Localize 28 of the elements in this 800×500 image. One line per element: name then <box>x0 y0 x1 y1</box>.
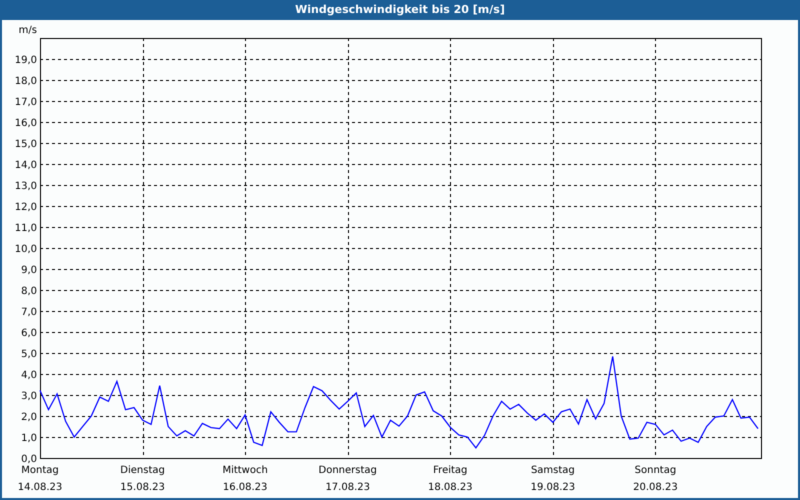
y-tick-label: 18,0 <box>14 76 37 87</box>
y-tick-label: 3,0 <box>21 391 37 402</box>
x-tick-label: Samstag 19.08.23 <box>530 465 576 493</box>
x-tick-label: Dienstag 15.08.23 <box>120 465 165 493</box>
y-tick-label: 0,0 <box>21 454 37 465</box>
y-tick-label: 14,0 <box>14 160 37 171</box>
y-tick-label: 2,0 <box>21 412 37 423</box>
y-tick-label: 8,0 <box>21 286 37 297</box>
y-tick-label: 17,0 <box>14 97 37 108</box>
x-tick-label: Sonntag 20.08.23 <box>633 465 678 493</box>
y-tick-label: 10,0 <box>14 244 37 255</box>
x-tick-label: Freitag 18.08.23 <box>428 465 473 493</box>
y-tick-label: 11,0 <box>14 223 37 234</box>
y-tick-label: 1,0 <box>21 433 37 444</box>
y-tick-label: 6,0 <box>21 328 37 339</box>
y-tick-label: 15,0 <box>14 139 37 150</box>
x-tick-label: Donnerstag 17.08.23 <box>318 465 377 493</box>
y-tick-label: 12,0 <box>14 202 37 213</box>
axis-unit-label: m/s <box>18 25 37 36</box>
x-tick-label: Montag 14.08.23 <box>18 465 62 493</box>
y-tick-label: 5,0 <box>21 349 37 360</box>
y-tick-label: 19,0 <box>14 55 37 66</box>
y-tick-label: 9,0 <box>21 265 37 276</box>
y-tick-label: 4,0 <box>21 370 37 381</box>
y-tick-label: 7,0 <box>21 307 37 318</box>
x-tick-label: Mittwoch 16.08.23 <box>222 465 268 493</box>
y-tick-label: 16,0 <box>14 118 37 129</box>
y-tick-label: 13,0 <box>14 181 37 192</box>
